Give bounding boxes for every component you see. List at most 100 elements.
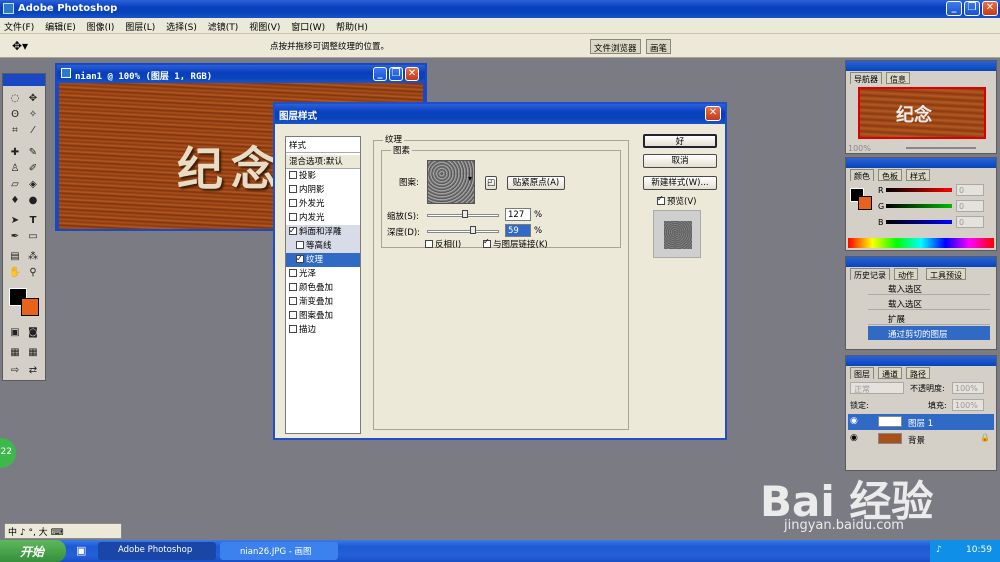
- jump-icon[interactable]: ⇄: [25, 364, 41, 378]
- keyboard-icon[interactable]: ⌨: [51, 528, 64, 538]
- menu-filter[interactable]: 滤镜(T): [204, 18, 243, 33]
- style-item-stroke[interactable]: 描边: [286, 323, 360, 337]
- history-item[interactable]: 载入选区: [868, 296, 990, 310]
- move-tool-icon[interactable]: ✥▾: [12, 39, 28, 53]
- menu-edit[interactable]: 编辑(E): [41, 18, 80, 33]
- navigator-zoom-slider[interactable]: [906, 147, 976, 149]
- quick-launch-icon[interactable]: ▣: [76, 544, 86, 557]
- doc-maximize-button[interactable]: ❐: [389, 67, 403, 81]
- tab-swatches[interactable]: 色板: [878, 169, 902, 181]
- ok-button[interactable]: 好: [643, 134, 717, 148]
- inner-shadow-checkbox[interactable]: [289, 185, 297, 193]
- bucket-icon[interactable]: ◈: [25, 178, 41, 192]
- blend-options-item[interactable]: 混合选项:默认: [286, 155, 360, 169]
- style-item-bevel-emboss[interactable]: 斜面和浮雕: [286, 224, 360, 239]
- standard-mode-icon[interactable]: ▣: [7, 326, 23, 340]
- eyedropper-icon[interactable]: ⁂: [25, 250, 41, 264]
- eye-icon[interactable]: ◉: [850, 433, 858, 443]
- shape-icon[interactable]: ▭: [25, 230, 41, 244]
- gradient-overlay-checkbox[interactable]: [289, 297, 297, 305]
- start-button[interactable]: 开始: [0, 540, 66, 562]
- tab-history[interactable]: 历史记录: [850, 268, 890, 280]
- inner-glow-checkbox[interactable]: [289, 213, 297, 221]
- navigator-thumbnail[interactable]: 纪念: [858, 87, 986, 139]
- tab-navigator[interactable]: 导航器: [850, 72, 882, 84]
- color-g-slider[interactable]: [886, 204, 952, 208]
- tab-color[interactable]: 颜色: [850, 169, 874, 181]
- tab-tool-presets[interactable]: 工具预设: [926, 268, 966, 280]
- fill-input[interactable]: 100%: [952, 399, 984, 411]
- style-item-drop-shadow[interactable]: 投影: [286, 169, 360, 183]
- screen-mode-2-icon[interactable]: ▦: [25, 346, 41, 360]
- brush-icon[interactable]: ✎: [25, 146, 41, 160]
- close-button[interactable]: ✕: [982, 1, 998, 16]
- dodge-icon[interactable]: ●: [25, 194, 41, 208]
- history-item[interactable]: 载入选区: [868, 281, 990, 295]
- depth-input[interactable]: 59: [505, 224, 531, 237]
- history-item[interactable]: 扩展: [868, 311, 990, 325]
- minimize-button[interactable]: _: [946, 1, 962, 16]
- bg-swatch[interactable]: [858, 196, 872, 210]
- new-style-button[interactable]: 新建样式(W)...: [643, 176, 717, 190]
- texture-checkbox[interactable]: [296, 252, 304, 266]
- path-select-icon[interactable]: ➤: [7, 214, 23, 228]
- maximize-button[interactable]: ❐: [964, 1, 980, 16]
- pattern-overlay-checkbox[interactable]: [289, 311, 297, 319]
- depth-slider-thumb[interactable]: [470, 226, 476, 234]
- tab-info[interactable]: 信息: [886, 72, 910, 84]
- tab-file-browser[interactable]: 文件浏览器: [590, 39, 641, 54]
- crop-icon[interactable]: ⌗: [7, 124, 23, 138]
- tab-actions[interactable]: 动作: [894, 268, 918, 280]
- zoom-icon[interactable]: ⚲: [25, 266, 41, 280]
- contour-checkbox[interactable]: [296, 241, 304, 249]
- color-overlay-checkbox[interactable]: [289, 283, 297, 291]
- color-r-input[interactable]: 0: [956, 184, 984, 196]
- slice-icon[interactable]: ⁄: [25, 124, 41, 138]
- stamp-icon[interactable]: ♙: [7, 162, 23, 176]
- volume-icon[interactable]: ♪: [936, 545, 942, 555]
- history-item-selected[interactable]: 通过剪切的图层: [868, 326, 990, 340]
- history-brush-icon[interactable]: ✐: [25, 162, 41, 176]
- tab-layers[interactable]: 图层: [850, 367, 874, 379]
- style-item-pattern-overlay[interactable]: 图案叠加: [286, 309, 360, 323]
- opacity-input[interactable]: 100%: [952, 382, 984, 394]
- color-ramp[interactable]: [848, 238, 994, 248]
- preview-option[interactable]: 预览(V): [657, 194, 696, 207]
- color-r-slider[interactable]: [886, 188, 952, 192]
- satin-checkbox[interactable]: [289, 269, 297, 277]
- link-checkbox[interactable]: [483, 237, 491, 248]
- marquee-icon[interactable]: ◌: [7, 92, 23, 106]
- style-item-satin[interactable]: 光泽: [286, 267, 360, 281]
- tab-paths[interactable]: 路径: [906, 367, 930, 379]
- doc-close-button[interactable]: ✕: [405, 67, 419, 81]
- task-photoshop[interactable]: Adobe Photoshop: [98, 542, 216, 560]
- style-item-inner-glow[interactable]: 内发光: [286, 211, 360, 225]
- scale-input[interactable]: 127: [505, 208, 531, 221]
- lasso-icon[interactable]: ʘ: [7, 108, 23, 122]
- dialog-close-button[interactable]: ✕: [705, 106, 721, 121]
- menu-window[interactable]: 窗口(W): [287, 18, 329, 33]
- screen-mode-1-icon[interactable]: ▦: [7, 346, 23, 360]
- depth-slider[interactable]: [427, 226, 499, 234]
- menu-view[interactable]: 视图(V): [245, 18, 284, 33]
- eye-icon[interactable]: ◉: [850, 416, 858, 426]
- style-item-outer-glow[interactable]: 外发光: [286, 197, 360, 211]
- invert-option[interactable]: 反相(I): [425, 238, 461, 250]
- notes-icon[interactable]: ▤: [7, 250, 23, 264]
- menu-file[interactable]: 文件(F): [0, 18, 38, 33]
- tab-channels[interactable]: 通道: [878, 367, 902, 379]
- imageready-icon[interactable]: ⇨: [7, 364, 23, 378]
- type-icon[interactable]: T: [25, 214, 41, 228]
- snap-origin-button[interactable]: 贴紧原点(A): [507, 176, 565, 190]
- drop-shadow-checkbox[interactable]: [289, 171, 297, 179]
- style-item-inner-shadow[interactable]: 内阴影: [286, 183, 360, 197]
- chevron-down-icon[interactable]: ▾: [468, 174, 472, 183]
- background-color[interactable]: [21, 298, 39, 316]
- blend-mode-select[interactable]: 正常: [850, 382, 904, 394]
- quick-mask-icon[interactable]: ◙: [25, 326, 41, 340]
- menu-layer[interactable]: 图层(L): [121, 18, 159, 33]
- preview-checkbox[interactable]: [657, 194, 665, 205]
- tab-brushes[interactable]: 画笔: [646, 39, 672, 54]
- scale-slider[interactable]: [427, 210, 499, 218]
- stroke-checkbox[interactable]: [289, 325, 297, 333]
